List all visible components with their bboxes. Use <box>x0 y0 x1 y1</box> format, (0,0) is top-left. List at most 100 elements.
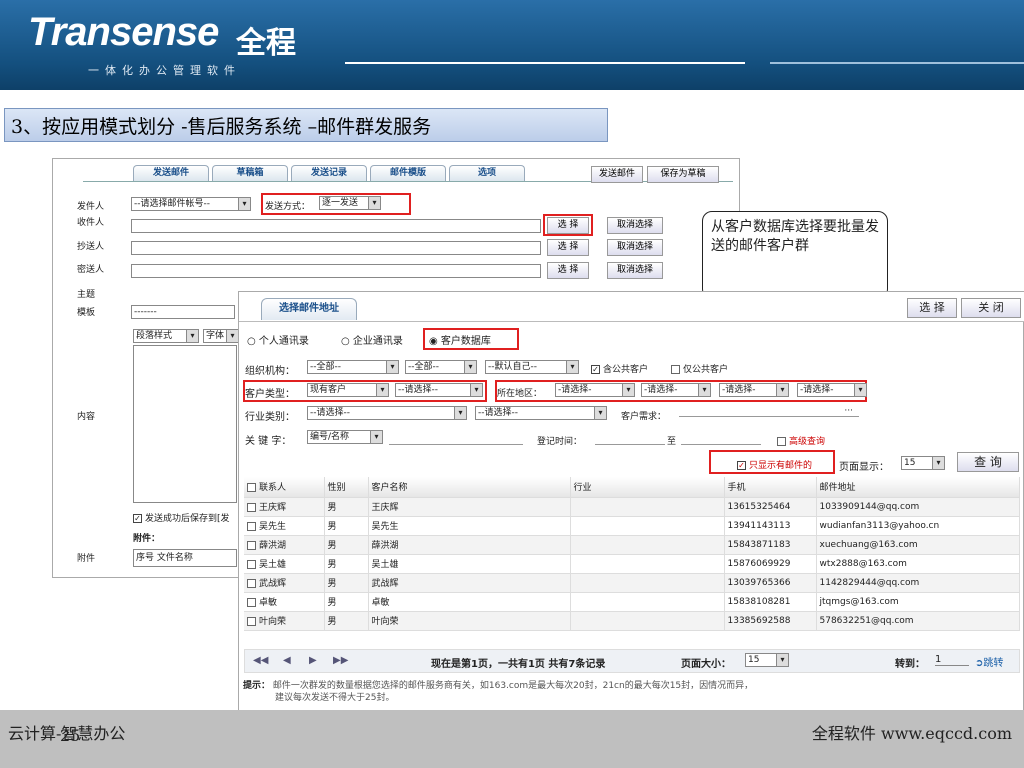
cell-customer: 王庆辉 <box>368 497 571 517</box>
table-row[interactable]: 叶向荣男叶向荣 13385692588 578632251@qq.com <box>244 611 1020 631</box>
row-checkbox[interactable] <box>247 503 256 512</box>
page-size-select[interactable]: 15 <box>745 653 789 667</box>
org-select-3[interactable]: --默认自己-- <box>485 360 579 374</box>
table-row[interactable]: 薛洪湖男薛洪湖 15843871183 xuechuang@163.com <box>244 535 1020 555</box>
table-row[interactable]: 吴土雄男吴土雄 15876069929 wtx2888@163.com <box>244 554 1020 574</box>
industry-select-1[interactable]: --请选择-- <box>307 406 467 420</box>
cell-mobile: 15876069929 <box>724 554 817 574</box>
select-address-dialog: 选择邮件地址 选 择 关 闭 ○ 个人通讯录 ○ 企业通讯录 ◉ 客户数据库 组… <box>238 291 1024 711</box>
keyword-label: 关 键 字： <box>245 436 292 447</box>
org-select-1[interactable]: --全部-- <box>307 360 399 374</box>
contact-name: 卓敏 <box>259 598 278 608</box>
radio-customer-db[interactable]: ◉ 客户数据库 <box>429 332 491 347</box>
region-select-3[interactable]: -请选择- <box>719 383 789 397</box>
cell-industry <box>570 554 725 574</box>
goto-input[interactable]: 1 <box>935 654 969 666</box>
radio-personal-label: 个人通讯录 <box>258 336 309 347</box>
region-select-1[interactable]: -请选择- <box>555 383 635 397</box>
cell-industry <box>570 573 725 593</box>
regtime-to[interactable] <box>681 432 761 445</box>
cell-gender: 男 <box>324 516 369 536</box>
regtime-label: 登记时间： <box>537 437 583 447</box>
table-row[interactable]: 吴先生男吴先生 13941143113 wudianfan3113@yahoo.cn <box>244 516 1020 536</box>
only-public-checkbox[interactable] <box>671 365 680 374</box>
only-mail-label: 只显示有邮件的 <box>749 461 813 471</box>
contact-name: 薛洪湖 <box>259 541 287 551</box>
row-checkbox[interactable] <box>247 617 256 626</box>
tab-select-address[interactable]: 选择邮件地址 <box>261 298 357 320</box>
need-picker[interactable]: ··· <box>679 406 859 417</box>
customer-type-label: 客户类型： <box>245 389 295 400</box>
prev-page-icon[interactable]: ◀ <box>283 655 291 666</box>
table-row[interactable]: 王庆辉男王庆辉 13615325464 1033909144@qq.com <box>244 497 1020 517</box>
dialog-select-button[interactable]: 选 择 <box>907 298 957 318</box>
cell-gender: 男 <box>324 592 369 612</box>
cell-customer: 武战辉 <box>368 573 571 593</box>
cell-customer: 吴先生 <box>368 516 571 536</box>
only-public-label: 仅公共客户 <box>683 365 729 375</box>
radio-company-contacts[interactable]: ○ 企业通讯录 <box>341 332 403 347</box>
cell-industry <box>570 497 725 517</box>
include-public-option[interactable]: ✓ 含公共客户 <box>591 362 648 375</box>
industry-label: 行业类别： <box>245 412 295 423</box>
org-select-2[interactable]: --全部-- <box>405 360 477 374</box>
customer-type-select[interactable]: 现有客户 <box>307 383 389 397</box>
region-select-2[interactable]: -请选择- <box>641 383 711 397</box>
region-select-4[interactable]: -请选择- <box>797 383 867 397</box>
advanced-query-checkbox[interactable] <box>777 437 786 446</box>
table-row[interactable]: 武战辉男武战辉 13039765366 1142829444@qq.com <box>244 573 1020 593</box>
cell-customer: 叶向荣 <box>368 611 571 631</box>
contact-name: 武战辉 <box>259 579 287 589</box>
table-row[interactable]: 卓敏男卓敏 15838108281 jtqmgs@163.com <box>244 592 1020 612</box>
cell-industry <box>570 535 725 555</box>
row-checkbox[interactable] <box>247 598 256 607</box>
col-contact: 联系人 <box>244 477 325 498</box>
cell-contact: 叶向荣 <box>244 611 325 631</box>
goto-button-label: 跳转 <box>983 658 1004 669</box>
keyword-field-select[interactable]: 编号/名称 <box>307 430 383 444</box>
cell-gender: 男 <box>324 535 369 555</box>
cell-industry <box>570 611 725 631</box>
page-display-select[interactable]: 15 <box>901 456 945 470</box>
contact-name: 吴土雄 <box>259 560 287 570</box>
tip-line-2: 建议每次发送不得大于25封。 <box>275 693 395 703</box>
industry-select-2[interactable]: --请选择-- <box>475 406 607 420</box>
goto-button[interactable]: ➲跳转 <box>975 654 1003 669</box>
customer-type-select-2[interactable]: --请选择-- <box>395 383 483 397</box>
first-page-icon[interactable]: ◀◀ <box>253 655 268 666</box>
cell-mobile: 13615325464 <box>724 497 817 517</box>
page-size-label: 页面大小： <box>681 659 731 670</box>
cell-email: xuechuang@163.com <box>816 535 1020 555</box>
cell-gender: 男 <box>324 554 369 574</box>
row-checkbox[interactable] <box>247 579 256 588</box>
regtime-to-label: 至 <box>667 437 677 447</box>
cell-mobile: 13385692588 <box>724 611 817 631</box>
query-button[interactable]: 查 询 <box>957 452 1019 472</box>
cell-industry <box>570 592 725 612</box>
select-all-checkbox[interactable] <box>247 483 256 493</box>
include-public-label: 含公共客户 <box>603 365 649 375</box>
last-page-icon[interactable]: ▶▶ <box>333 655 348 666</box>
cell-gender: 男 <box>324 611 369 631</box>
contact-name: 吴先生 <box>259 522 287 532</box>
row-checkbox[interactable] <box>247 522 256 531</box>
include-public-checkbox[interactable]: ✓ <box>591 365 600 374</box>
col-contact-label: 联系人 <box>259 483 287 494</box>
keyword-input[interactable] <box>389 432 523 445</box>
radio-personal-contacts[interactable]: ○ 个人通讯录 <box>247 332 309 347</box>
advanced-query[interactable]: 高级查询 <box>777 434 825 447</box>
need-label: 客户需求： <box>621 412 667 422</box>
cell-mobile: 13039765366 <box>724 573 817 593</box>
regtime-from[interactable] <box>595 432 665 445</box>
next-page-icon[interactable]: ▶ <box>309 655 317 666</box>
only-mail-option[interactable]: ✓ 只显示有邮件的 <box>737 458 812 471</box>
only-mail-checkbox[interactable]: ✓ <box>737 461 746 470</box>
col-industry: 行业 <box>570 477 725 498</box>
col-email: 邮件地址 <box>816 477 1020 498</box>
row-checkbox[interactable] <box>247 560 256 569</box>
row-checkbox[interactable] <box>247 541 256 550</box>
dialog-close-button[interactable]: 关 闭 <box>961 298 1021 318</box>
cell-contact: 吴土雄 <box>244 554 325 574</box>
advanced-query-label: 高级查询 <box>789 437 826 447</box>
only-public-option[interactable]: 仅公共客户 <box>671 362 728 375</box>
